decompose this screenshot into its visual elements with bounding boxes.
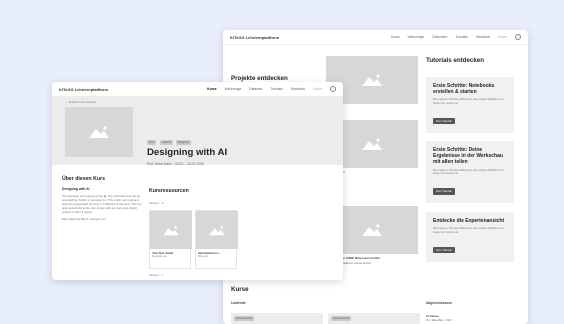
tutorial-desc: Mit unseren Tutorial erfährst du, wie un… xyxy=(433,167,504,176)
module-label: Modul 1 - 3 xyxy=(149,201,164,205)
about-title: Über diesen Kurs xyxy=(62,176,105,182)
image-placeholder-icon xyxy=(362,74,382,86)
image-placeholder-icon xyxy=(89,126,109,138)
front-browser-window: KITeGG Lehrlernplattform Kurse Werkzeuge… xyxy=(52,82,343,280)
user-icon[interactable] xyxy=(515,34,521,40)
nav-werkzeuge[interactable]: Werkzeuge xyxy=(225,87,242,91)
nav-kurse[interactable]: Kurse xyxy=(207,87,216,91)
image-placeholder-icon xyxy=(362,138,382,150)
nav-dokument[interactable]: Dokument xyxy=(432,35,447,39)
about-section: Über diesen Kurs Designing with AI This … xyxy=(62,176,144,224)
resource-sub: Notebook-Link xyxy=(152,255,167,258)
about-paragraph: This semester, we're gonna go big 🔥. Big… xyxy=(62,195,142,214)
resource-image xyxy=(196,211,238,249)
user-icon[interactable] xyxy=(330,86,336,92)
nav-werkstatt[interactable]: Werkstatt xyxy=(476,35,490,39)
course-meta: Prof. Erika Gallo · 03.01. - 15.07.2023 xyxy=(147,162,205,166)
course-badge: Laufend xyxy=(160,140,173,145)
about-paragraph: Each week this March, we'll give you xyxy=(62,217,106,221)
courses-finished-heading: Abgeschlossene xyxy=(426,301,453,305)
course-title: Designing with AI xyxy=(147,147,228,158)
nav-tutorials[interactable]: Tutorials xyxy=(455,35,468,39)
course-badge: Laufender Kurs xyxy=(331,316,352,321)
tutorial-desc: Mit unseren Tutorial erfährst du, wie un… xyxy=(433,97,504,106)
tutorial-desc: Mit unseren Tutorial erfährst du, wie un… xyxy=(433,226,504,234)
back-brand-logo[interactable]: KITeGG Lehrlernplattform xyxy=(230,35,279,40)
nav-werkzeuge[interactable]: Werkzeuge xyxy=(408,35,425,39)
tutorial-card: Erste Schritte: Notebooks erstellen & st… xyxy=(426,77,514,133)
course-card[interactable]: Laufender Kurs xyxy=(328,313,420,324)
back-nav: Kurse Werkzeuge Dokument Tutorials Werks… xyxy=(391,34,521,40)
course-hero: ← Zurück zu den Kursen Kurs Laufend Desi… xyxy=(52,97,343,166)
tutorial-button[interactable]: Zum Tutorial xyxy=(433,246,455,254)
resource-card[interactable]: Introduction-to-... Slide-Link xyxy=(195,210,238,269)
course-item-title[interactable]: AI Games xyxy=(426,314,439,318)
tutorial-title: Erste Schritte: Deine Ergebnisse in der … xyxy=(433,147,503,166)
resource-card[interactable]: Your first model Notebook-Link xyxy=(149,210,192,269)
nav-datasets[interactable]: Datasets xyxy=(249,87,262,91)
back-topbar: KITeGG Lehrlernplattform Kurse Werkzeuge… xyxy=(223,30,528,45)
nav-kurse[interactable]: Kurse xyxy=(391,35,400,39)
courses-running-heading: Laufende xyxy=(231,301,246,305)
course-image xyxy=(65,107,133,157)
front-nav: Kurse Werkzeuge Datasets Tutorials Werks… xyxy=(207,86,336,92)
nav-search[interactable]: Suche xyxy=(313,87,322,91)
tutorial-button[interactable]: Zum Tutorial xyxy=(433,187,455,195)
course-badge: Kurs xyxy=(147,140,156,145)
tutorial-card: Entdecke die Expertenansicht Mit unseren… xyxy=(426,212,514,262)
tutorial-card: Erste Schritte: Deine Ergebnisse in der … xyxy=(426,141,514,204)
tutorial-title: Erste Schritte: Notebooks erstellen & st… xyxy=(433,83,495,96)
projects-title: Projekte entdecken xyxy=(231,75,288,82)
resource-sub: Slide-Link xyxy=(198,255,209,258)
image-placeholder-icon xyxy=(362,224,382,236)
image-placeholder-icon xyxy=(163,225,179,235)
course-badge: Laufender Kurs xyxy=(234,316,255,321)
course-item-meta: Prof. Erika Mann · 2023 xyxy=(426,319,452,322)
nav-search[interactable]: Suche xyxy=(498,35,507,39)
image-placeholder-icon xyxy=(209,225,225,235)
resources-title: Kursressourcen xyxy=(149,188,189,194)
tutorials-title: Tutorials entdecken xyxy=(426,57,484,64)
courses-title: Kurse xyxy=(231,286,249,293)
front-topbar: KITeGG Lehrlernplattform Kurse Werkzeuge… xyxy=(52,82,343,97)
tutorial-title: Entdecke die Expertenansicht xyxy=(433,218,505,224)
nav-tutorials[interactable]: Tutorials xyxy=(270,87,283,91)
module-label: Modul 4 - 7 xyxy=(149,273,164,277)
tutorial-button[interactable]: Zum Tutorial xyxy=(433,117,455,125)
about-subtitle: Designing with AI xyxy=(62,187,90,191)
resource-image xyxy=(150,211,192,249)
course-badge: Designing xyxy=(176,140,191,145)
nav-werkstatt[interactable]: Werkstatt xyxy=(291,87,305,91)
course-card[interactable]: Laufender Kurs xyxy=(231,313,323,324)
front-brand-logo[interactable]: KITeGG Lehrlernplattform xyxy=(59,87,108,92)
back-to-courses-link[interactable]: ← Zurück zu den Kursen xyxy=(65,100,96,104)
